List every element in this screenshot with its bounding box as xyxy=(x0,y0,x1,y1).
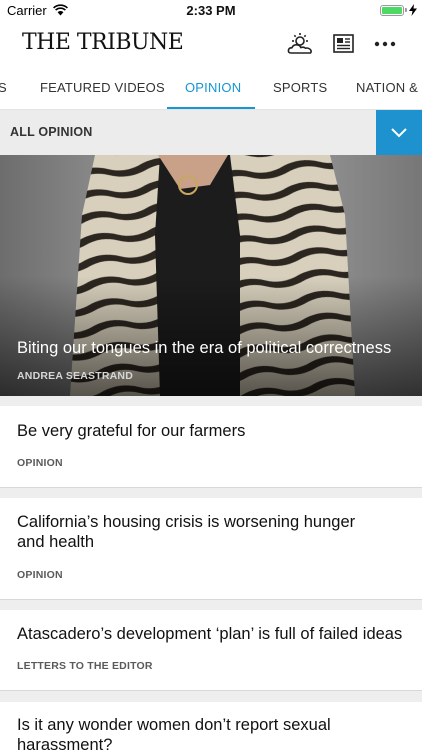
charging-icon xyxy=(409,4,417,16)
article-section-label: OPINION xyxy=(17,457,63,469)
tab-sports[interactable]: SPORTS xyxy=(273,80,327,95)
newspaper-icon[interactable] xyxy=(331,32,357,56)
brand-logo[interactable]: THE TRIBUNE xyxy=(22,30,184,55)
app-header: THE TRIBUNE xyxy=(0,22,422,67)
article-section-label: OPINION xyxy=(17,569,63,581)
section-tabs: S FEATURED VIDEOS OPINION SPORTS NATION … xyxy=(0,67,422,110)
article-title[interactable]: Atascadero’s development ‘plan’ is full … xyxy=(17,624,409,644)
article-card[interactable]: Atascadero’s development ‘plan’ is full … xyxy=(0,610,422,691)
hero-article[interactable]: Biting our tongues in the era of politic… xyxy=(0,155,422,396)
tab-featured-videos[interactable]: FEATURED VIDEOS xyxy=(40,80,165,95)
battery-icon xyxy=(380,5,404,16)
filter-bar[interactable]: ALL OPINION xyxy=(0,110,422,155)
article-title[interactable]: Be very grateful for our farmers xyxy=(17,421,409,441)
chevron-down-icon xyxy=(391,128,407,138)
filter-dropdown-button[interactable] xyxy=(376,110,422,155)
more-icon[interactable] xyxy=(372,32,398,56)
tab-opinion[interactable]: OPINION xyxy=(185,80,241,95)
battery-cap xyxy=(405,8,407,12)
article-section-label: LETTERS TO THE EDITOR xyxy=(17,660,153,672)
article-title[interactable]: Is it any wonder women don’t report sexu… xyxy=(17,715,347,750)
status-bar: Carrier 2:33 PM xyxy=(0,0,422,22)
hero-byline: ANDREA SEASTRAND xyxy=(17,370,133,382)
status-time: 2:33 PM xyxy=(186,3,236,18)
tab-previous[interactable]: S xyxy=(0,80,7,95)
filter-label: ALL OPINION xyxy=(10,125,93,139)
article-card[interactable]: Be very grateful for our farmers OPINION xyxy=(0,406,422,488)
article-title[interactable]: California’s housing crisis is worsening… xyxy=(17,512,357,552)
article-card[interactable]: Is it any wonder women don’t report sexu… xyxy=(0,702,422,750)
article-card[interactable]: California’s housing crisis is worsening… xyxy=(0,498,422,600)
weather-icon[interactable] xyxy=(287,32,313,56)
tab-nation-world[interactable]: NATION & W xyxy=(356,80,422,95)
hero-title[interactable]: Biting our tongues in the era of politic… xyxy=(17,339,412,358)
